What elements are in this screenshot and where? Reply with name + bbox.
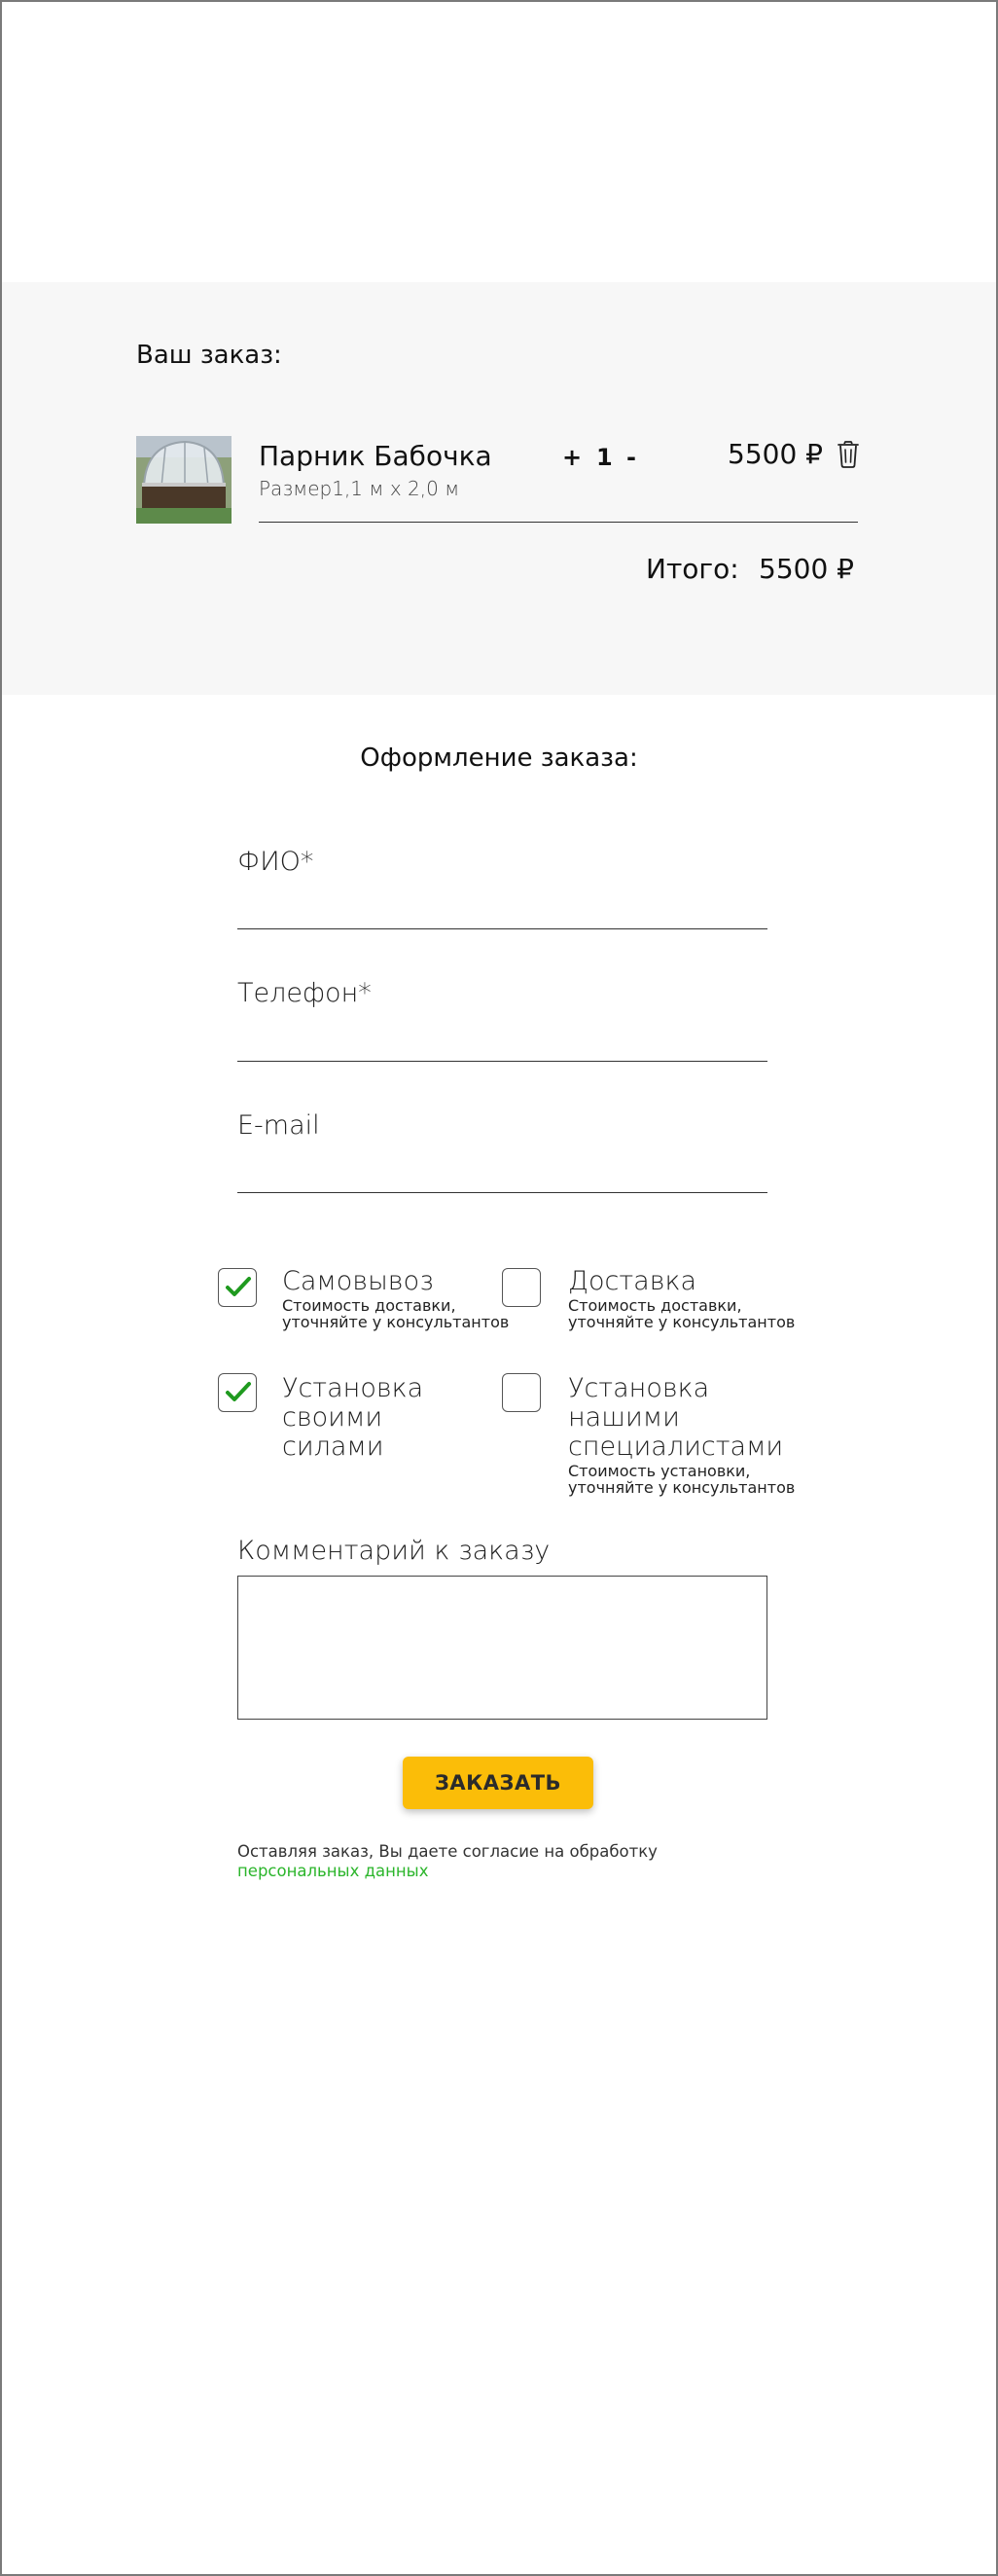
delivery-note-line2: уточняйте у консультантов bbox=[568, 1313, 796, 1331]
order-divider bbox=[259, 522, 858, 523]
total-value: 5500 ₽ bbox=[759, 553, 854, 585]
pickup-checkbox[interactable] bbox=[218, 1268, 257, 1307]
pickup-label[interactable]: Самовывоз bbox=[282, 1267, 434, 1296]
checkmark-icon bbox=[226, 1382, 251, 1401]
self-install-checkbox[interactable] bbox=[218, 1373, 257, 1412]
comment-textarea[interactable] bbox=[237, 1576, 767, 1720]
pro-install-label-line1[interactable]: Установка bbox=[568, 1374, 709, 1403]
personal-data-link[interactable]: персональных данных bbox=[237, 1862, 428, 1881]
self-install-label-line1[interactable]: Установка bbox=[282, 1374, 423, 1403]
phone-field-underline bbox=[237, 1061, 767, 1062]
self-install-label-line2[interactable]: своими bbox=[282, 1403, 382, 1433]
pro-install-note-line2: уточняйте у консультантов bbox=[568, 1478, 796, 1497]
checkmark-icon bbox=[226, 1277, 251, 1296]
item-price: 5500 ₽ bbox=[728, 438, 823, 470]
qty-increase-button[interactable]: + bbox=[562, 444, 582, 471]
email-field-underline bbox=[237, 1192, 767, 1193]
pro-install-label-line2[interactable]: нашими bbox=[568, 1403, 680, 1433]
total-label: Итого: bbox=[646, 553, 739, 585]
consent-text: Оставляя заказ, Вы даете согласие на обр… bbox=[237, 1842, 658, 1861]
pro-install-label-line3[interactable]: специалистами bbox=[568, 1433, 783, 1462]
self-install-label-line3[interactable]: силами bbox=[282, 1433, 384, 1462]
greenhouse-photo-icon bbox=[136, 436, 232, 524]
phone-field-label: Телефон* bbox=[237, 978, 372, 1008]
qty-value: 1 bbox=[596, 444, 613, 471]
name-field-underline bbox=[237, 928, 767, 929]
delivery-checkbox[interactable] bbox=[502, 1268, 541, 1307]
order-summary: Ваш заказ: Парник Бабочка Размер1,1 м х … bbox=[2, 282, 996, 695]
qty-decrease-button[interactable]: - bbox=[626, 444, 636, 471]
name-field-label: ФИО* bbox=[237, 847, 314, 877]
email-field[interactable] bbox=[237, 1151, 767, 1190]
delivery-label[interactable]: Доставка bbox=[568, 1267, 696, 1296]
trash-icon[interactable] bbox=[837, 441, 860, 468]
product-name[interactable]: Парник Бабочка bbox=[259, 440, 492, 472]
order-submit-button[interactable]: ЗАКАЗАТЬ bbox=[403, 1757, 593, 1809]
name-field[interactable] bbox=[237, 888, 767, 926]
product-size: Размер1,1 м х 2,0 м bbox=[259, 477, 460, 500]
order-title: Ваш заказ: bbox=[136, 341, 282, 370]
email-field-label: E-mail bbox=[237, 1110, 320, 1141]
phone-field[interactable] bbox=[237, 1020, 767, 1059]
comment-label: Комментарий к заказу bbox=[237, 1536, 551, 1566]
checkout-title: Оформление заказа: bbox=[360, 744, 638, 773]
pro-install-checkbox[interactable] bbox=[502, 1373, 541, 1412]
pickup-note-line2: уточняйте у консультантов bbox=[282, 1313, 510, 1331]
